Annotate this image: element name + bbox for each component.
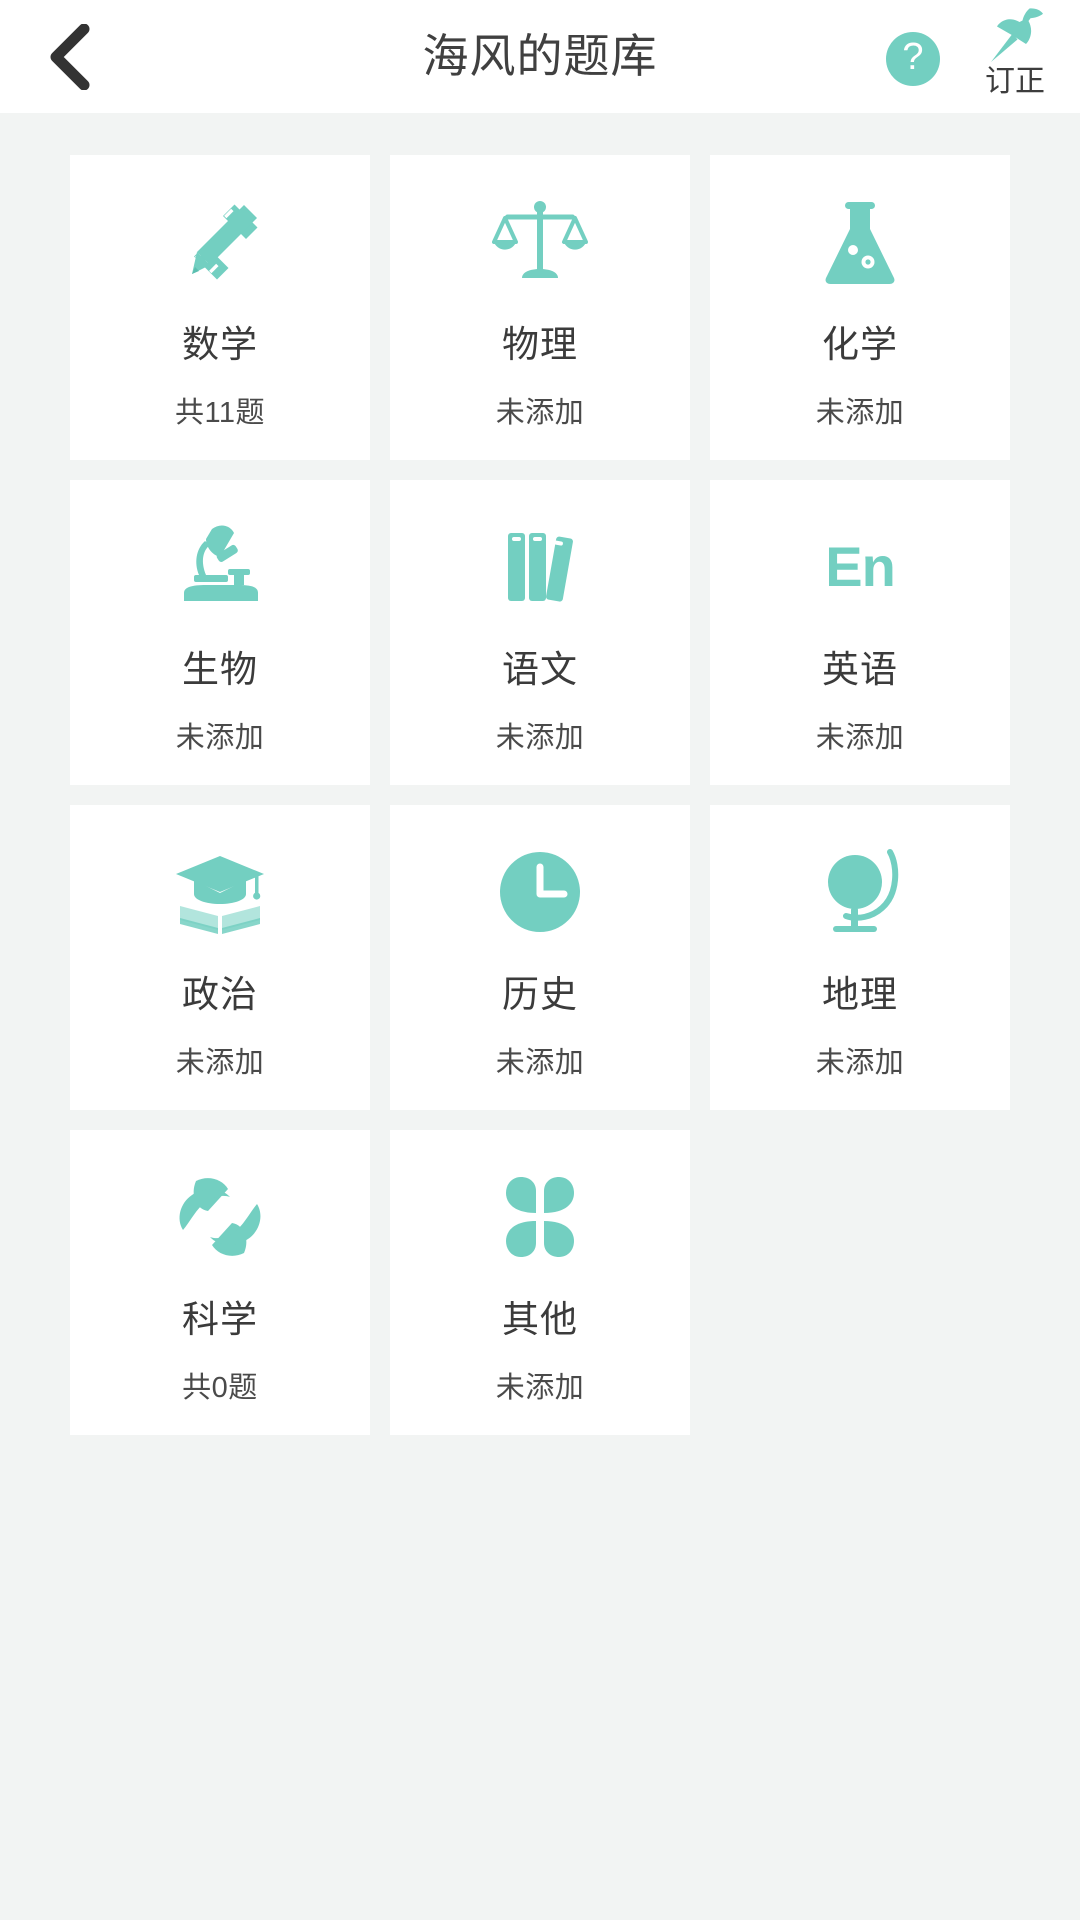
subject-card-other[interactable]: 其他 未添加 [390, 1130, 690, 1435]
subject-card-physics[interactable]: 物理 未添加 [390, 155, 690, 460]
card-status: 未添加 [815, 397, 905, 429]
microscope-icon [70, 502, 370, 632]
card-status: 未添加 [495, 397, 585, 429]
question-mark-icon: ? [902, 36, 924, 78]
card-title: 语文 [502, 649, 578, 690]
card-status: 未添加 [495, 1047, 585, 1079]
card-title: 政治 [182, 974, 258, 1015]
flask-icon [710, 177, 1010, 307]
en-text-icon: En [710, 502, 1010, 632]
subject-card-science[interactable]: 科学 共0题 [70, 1130, 370, 1435]
subject-card-biology[interactable]: 生物 未添加 [70, 480, 370, 785]
card-title: 英语 [822, 649, 898, 690]
card-status: 未添加 [815, 722, 905, 754]
card-title: 地理 [822, 974, 898, 1015]
subject-card-politics[interactable]: 政治 未添加 [70, 805, 370, 1110]
card-title: 数学 [182, 324, 258, 365]
card-title: 其他 [502, 1299, 578, 1340]
card-title: 物理 [502, 324, 578, 365]
subject-card-chinese[interactable]: 语文 未添加 [390, 480, 690, 785]
subject-card-geography[interactable]: 地理 未添加 [710, 805, 1010, 1110]
card-title: 科学 [182, 1299, 258, 1340]
clock-icon [390, 827, 690, 957]
card-title: 生物 [182, 649, 258, 690]
card-status: 未添加 [495, 1372, 585, 1404]
chevron-left-icon [46, 24, 90, 90]
balance-scale-icon [390, 177, 690, 307]
card-status: 未添加 [495, 722, 585, 754]
globe-stand-icon [710, 827, 1010, 957]
help-button[interactable]: ? [886, 32, 940, 86]
pencil-ruler-icon [70, 177, 370, 307]
back-button[interactable] [20, 10, 116, 104]
card-status: 共0题 [182, 1372, 258, 1404]
subject-card-history[interactable]: 历史 未添加 [390, 805, 690, 1110]
card-title: 化学 [822, 324, 898, 365]
correction-button[interactable]: 订正 [965, 6, 1065, 106]
card-status: 共11题 [174, 397, 266, 429]
correction-label: 订正 [985, 65, 1045, 98]
card-status: 未添加 [175, 1047, 265, 1079]
subject-card-chemistry[interactable]: 化学 未添加 [710, 155, 1010, 460]
subject-card-math[interactable]: 数学 共11题 [70, 155, 370, 460]
graduation-cap-book-icon [70, 827, 370, 957]
card-status: 未添加 [815, 1047, 905, 1079]
app-header: 海风的题库 ? 订正 [0, 0, 1080, 113]
pushpin-icon [985, 6, 1045, 64]
subject-grid: 数学 共11题 物理 未添加 化学 未添加 生物 未添加 语文 未添加 En 英… [70, 155, 1010, 1435]
four-petal-icon [390, 1152, 690, 1282]
atom-orbit-icon [70, 1152, 370, 1282]
card-status: 未添加 [175, 722, 265, 754]
subject-card-english[interactable]: En 英语 未添加 [710, 480, 1010, 785]
en-glyph: En [825, 535, 896, 598]
card-title: 历史 [502, 974, 578, 1015]
books-icon [390, 502, 690, 632]
